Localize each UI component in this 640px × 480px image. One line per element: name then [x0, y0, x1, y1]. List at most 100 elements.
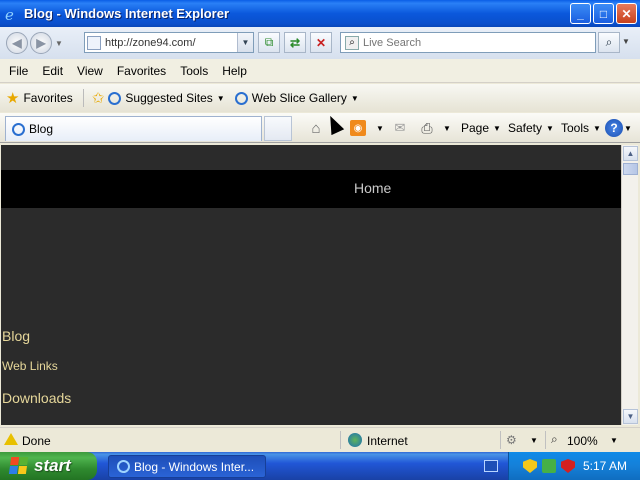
ie-page-icon [12, 122, 25, 136]
rss-feed-icon[interactable]: ◉ [350, 120, 366, 136]
home-icon[interactable]: ⌂ [305, 118, 327, 138]
search-input[interactable] [363, 36, 583, 49]
tools-menu-label: Tools [561, 121, 590, 135]
zoom-dropdown-icon[interactable]: ▼ [610, 436, 618, 445]
tab-label: Blog [29, 122, 54, 136]
menu-tools[interactable]: Tools [173, 62, 215, 80]
ie-page-icon [108, 91, 122, 105]
status-divider [500, 431, 501, 449]
favorites-bar: ★ Favorites ✩ Suggested Sites ▼ Web Slic… [0, 84, 640, 112]
status-divider [545, 431, 546, 449]
back-button[interactable]: ◀ [6, 32, 28, 54]
zoom-level[interactable]: 100% [567, 434, 598, 448]
protected-mode-icon[interactable]: ⚙ [506, 433, 517, 447]
chevron-down-icon[interactable]: ▼ [351, 94, 359, 103]
status-divider [340, 431, 341, 449]
menu-help[interactable]: Help [215, 62, 254, 80]
chevron-down-icon: ▼ [593, 123, 601, 133]
web-slice-gallery-label: Web Slice Gallery [251, 91, 347, 105]
tab-blog[interactable]: Blog [5, 116, 262, 141]
web-slice-gallery-link[interactable]: Web Slice Gallery ▼ [234, 91, 359, 105]
scroll-down-button[interactable]: ▼ [623, 409, 638, 424]
page-menu-button[interactable]: Page ▼ [461, 118, 501, 138]
chevron-down-icon[interactable]: ▼ [530, 436, 538, 445]
window-titlebar[interactable]: e Blog - Windows Internet Explorer _ □ ✕ [0, 0, 640, 27]
site-nav-bar: Home [1, 170, 621, 208]
chevron-down-icon[interactable]: ▼ [217, 94, 225, 103]
ie-logo-icon [117, 460, 130, 473]
security-zone-label: Internet [367, 434, 408, 448]
internet-zone-icon [348, 433, 362, 447]
search-box[interactable]: ⌕ [340, 32, 596, 53]
safety-menu-button[interactable]: Safety ▼ [508, 118, 554, 138]
maximize-button[interactable]: □ [593, 3, 614, 24]
taskbar-item-label: Blog - Windows Inter... [134, 459, 255, 474]
add-to-favorites-icon[interactable]: ✩ [92, 89, 105, 107]
print-icon[interactable]: ⎙ [417, 118, 437, 138]
suggested-sites-link[interactable]: Suggested Sites ▼ [108, 91, 225, 105]
taskbar-item-ie[interactable]: Blog - Windows Inter... [108, 455, 266, 478]
search-provider-icon: ⌕ [345, 35, 359, 50]
system-tray: 5:17 AM [508, 452, 640, 480]
search-go-button[interactable]: ⌕ [598, 32, 620, 53]
start-button[interactable]: start [0, 452, 97, 480]
scroll-up-button[interactable]: ▲ [623, 146, 638, 161]
favorites-divider [82, 89, 84, 107]
address-bar[interactable]: http://zone94.com/ ▼ [84, 32, 254, 53]
address-dropdown-icon[interactable]: ▼ [237, 33, 253, 52]
keyboard-language-icon[interactable] [484, 460, 498, 472]
tools-menu-button[interactable]: Tools ▼ [561, 118, 601, 138]
start-label: start [34, 456, 71, 475]
page-icon [87, 35, 101, 50]
security-alert-icon[interactable] [561, 459, 575, 473]
minimize-button[interactable]: _ [570, 3, 591, 24]
status-text: Done [22, 434, 51, 448]
ie-logo-icon: e [4, 6, 20, 24]
refresh-button[interactable]: ⇄ [284, 32, 306, 53]
safety-menu-label: Safety [508, 121, 543, 135]
window-title: Blog - Windows Internet Explorer [24, 6, 230, 21]
menu-edit[interactable]: Edit [35, 62, 70, 80]
chevron-down-icon: ▼ [493, 123, 501, 133]
rss-dropdown-icon[interactable]: ▼ [376, 118, 384, 138]
chevron-down-icon: ▼ [546, 123, 554, 133]
print-dropdown-icon[interactable]: ▼ [443, 118, 451, 138]
sidebar-link-downloads[interactable]: Downloads [2, 390, 71, 406]
warning-icon [4, 433, 18, 445]
menu-file[interactable]: File [2, 62, 35, 80]
menu-bar: File Edit View Favorites Tools Help [0, 59, 640, 83]
help-icon[interactable]: ? [605, 119, 623, 137]
close-button[interactable]: ✕ [616, 3, 637, 24]
help-dropdown-icon[interactable]: ▼ [624, 118, 632, 138]
sidebar-link-web-links[interactable]: Web Links [2, 359, 58, 373]
menu-view[interactable]: View [70, 62, 110, 80]
page-content: Home Blog Web Links Downloads [1, 145, 621, 425]
network-icon[interactable] [542, 459, 556, 473]
compatibility-view-button[interactable]: ⧉ [258, 32, 280, 53]
svg-text:e: e [5, 6, 14, 22]
nav-home-link[interactable]: Home [354, 180, 391, 196]
history-dropdown-icon[interactable]: ▼ [55, 39, 63, 48]
menu-favorites[interactable]: Favorites [110, 62, 173, 80]
sidebar-link-blog[interactable]: Blog [2, 328, 30, 344]
taskbar: start Blog - Windows Inter... 5:17 AM [0, 452, 640, 480]
favorites-label: Favorites [23, 91, 73, 105]
status-bar: Done Internet ⚙ ▼ ⌕ 100% ▼ [0, 427, 640, 451]
security-shield-icon[interactable] [523, 459, 537, 473]
forward-button[interactable]: ▶ [30, 32, 52, 54]
ie-page-icon [234, 91, 248, 105]
mail-icon[interactable]: ✉ [392, 118, 408, 138]
zoom-icon[interactable]: ⌕ [551, 432, 558, 447]
command-bar: Blog ⌂ ◉ ▼ ✉ ⎙ ▼ Page ▼ Safety ▼ Tools ▼… [0, 113, 640, 143]
new-tab-button[interactable] [264, 116, 292, 141]
stop-button[interactable]: ✕ [310, 32, 332, 53]
search-options-dropdown-icon[interactable]: ▼ [622, 37, 630, 46]
clock[interactable]: 5:17 AM [583, 459, 627, 473]
scroll-thumb[interactable] [623, 163, 638, 175]
favorites-button[interactable]: ★ Favorites [6, 89, 73, 107]
vertical-scrollbar[interactable]: ▲ ▼ [621, 145, 638, 425]
address-toolbar: ◀ ▶ ▼ http://zone94.com/ ▼ ⧉ ⇄ ✕ ⌕ ⌕ ▼ [0, 27, 640, 59]
suggested-sites-label: Suggested Sites [125, 91, 213, 105]
windows-flag-icon [8, 457, 30, 475]
address-url[interactable]: http://zone94.com/ [105, 37, 196, 49]
